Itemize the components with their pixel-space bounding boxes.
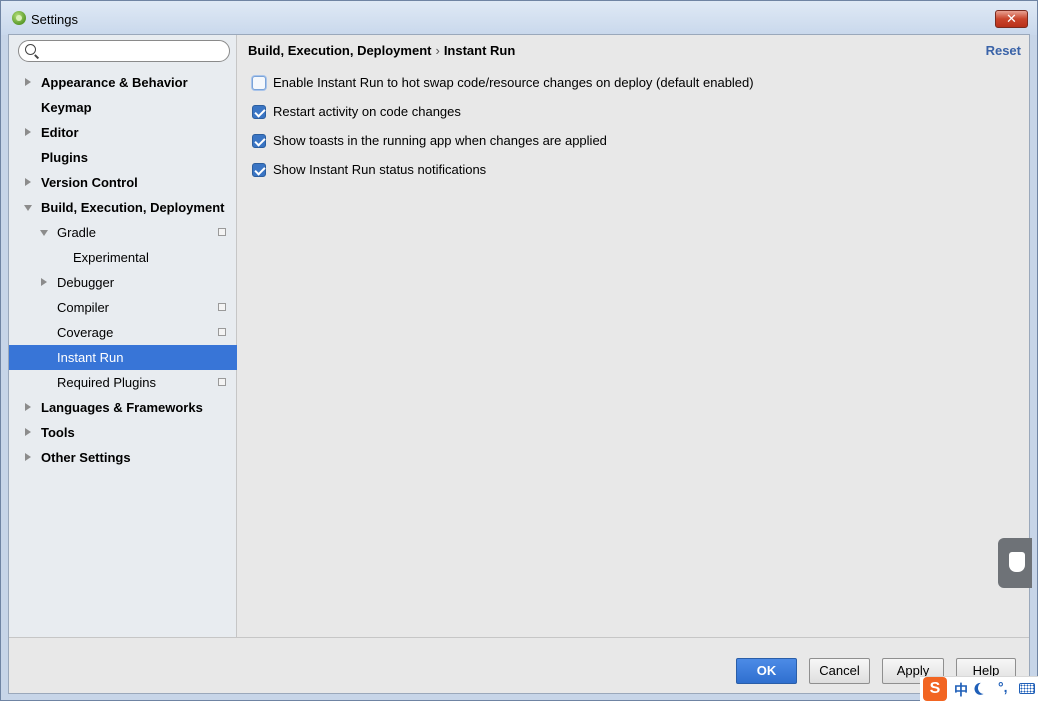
expand-arrow-icon[interactable] [25,428,31,436]
sidebar-item-editor[interactable]: Editor [9,120,237,145]
sidebar-item-label: Experimental [73,250,149,265]
breadcrumb-current: Instant Run [443,43,516,58]
checkbox-unchecked[interactable] [252,76,266,90]
ime-toolbar: S 中 °, [920,676,1038,701]
sidebar-item-label: Version Control [41,175,138,190]
breadcrumb-parent: Build, Execution, Deployment [248,43,432,58]
pouch-icon [1009,552,1025,572]
expand-arrow-icon[interactable] [25,78,31,86]
project-settings-icon [216,226,226,236]
sidebar-item-label: Editor [41,125,79,140]
settings-tree: Appearance & Behavior Keymap Editor Plugins… [9,70,237,470]
search-box[interactable] [18,40,230,62]
keyboard-icon[interactable] [1019,683,1035,694]
expand-arrow-icon[interactable] [41,278,47,286]
sidebar-item-required-plugins[interactable]: Required Plugins [9,370,237,395]
expand-arrow-icon[interactable] [25,128,31,136]
option-label[interactable]: Restart activity on code changes [273,104,461,120]
checkbox-checked[interactable] [252,134,266,148]
sidebar-item-label: Debugger [57,275,115,290]
sidebar-item-debugger[interactable]: Debugger [9,270,237,295]
project-settings-icon [216,301,226,311]
sidebar-item-label: Compiler [57,300,110,315]
search-input[interactable] [41,42,225,60]
sidebar-item-coverage[interactable]: Coverage [9,320,237,345]
option-label[interactable]: Show Instant Run status notifications [273,162,486,178]
sidebar-item-compiler[interactable]: Compiler [9,295,237,320]
ok-button[interactable]: OK [736,658,797,684]
reset-link[interactable]: Reset [986,43,1021,58]
dialog-footer: OK Cancel Apply Help [9,637,1029,693]
sidebar-item-languages-frameworks[interactable]: Languages & Frameworks [9,395,237,420]
collapse-arrow-icon[interactable] [40,230,48,236]
sidebar-item-plugins[interactable]: Plugins [9,145,237,170]
sidebar-item-label: Keymap [41,100,92,115]
sidebar-item-experimental[interactable]: Experimental [9,245,237,270]
breadcrumb-separator: › [435,43,440,58]
sidebar-item-label: Languages & Frameworks [41,400,203,415]
checkbox-checked[interactable] [252,163,266,177]
settings-window: Settings ✕ Appearance & Behavior Keymap Ed… [0,0,1038,701]
sogou-logo-icon[interactable]: S [923,677,947,701]
sidebar-item-instant-run[interactable]: Instant Run [9,345,237,370]
sidebar-item-gradle[interactable]: Gradle [9,220,237,245]
expand-arrow-icon[interactable] [25,178,31,186]
sidebar-item-keymap[interactable]: Keymap [9,95,237,120]
sidebar-item-label: Plugins [41,150,88,165]
close-button[interactable]: ✕ [995,10,1028,28]
breadcrumb: Build, Execution, Deployment › Instant Run [248,43,515,58]
option-label[interactable]: Enable Instant Run to hot swap code/reso… [273,75,754,91]
expand-arrow-icon[interactable] [25,453,31,461]
floating-side-tab[interactable] [998,538,1032,588]
checkbox-checked[interactable] [252,105,266,119]
ime-language-toggle[interactable]: 中 [954,680,968,700]
sidebar-item-build-execution-deployment[interactable]: Build, Execution, Deployment [9,195,237,220]
android-studio-icon [12,11,26,25]
ime-punctuation-toggle[interactable]: °, [998,679,1008,695]
window-title: Settings [31,12,78,27]
project-settings-icon [216,326,226,336]
sidebar-item-label: Tools [41,425,75,440]
sidebar-item-label: Instant Run [57,350,124,365]
sidebar-item-version-control[interactable]: Version Control [9,170,237,195]
sidebar-item-label: Required Plugins [57,375,157,390]
moon-icon[interactable] [976,680,991,695]
sidebar-item-label: Gradle [57,225,97,240]
sidebar-item-label: Coverage [57,325,114,340]
cancel-button[interactable]: Cancel [809,658,870,684]
dialog-body: Appearance & Behavior Keymap Editor Plugins… [8,34,1030,694]
project-settings-icon [216,376,226,386]
sidebar-item-tools[interactable]: Tools [9,420,237,445]
sidebar-item-label: Appearance & Behavior [41,75,188,90]
sidebar-item-appearance-behavior[interactable]: Appearance & Behavior [9,70,237,95]
sidebar-item-label: Build, Execution, Deployment [41,200,225,215]
sidebar-item-label: Other Settings [41,450,131,465]
collapse-arrow-icon[interactable] [24,205,32,211]
option-label[interactable]: Show toasts in the running app when chan… [273,133,607,149]
title-bar[interactable]: Settings ✕ [1,1,1037,35]
settings-sidebar: Appearance & Behavior Keymap Editor Plugins… [9,35,237,637]
instant-run-panel: Build, Execution, Deployment › Instant Run… [238,35,1029,637]
sidebar-item-other-settings[interactable]: Other Settings [9,445,237,470]
expand-arrow-icon[interactable] [25,403,31,411]
search-icon [25,44,36,55]
